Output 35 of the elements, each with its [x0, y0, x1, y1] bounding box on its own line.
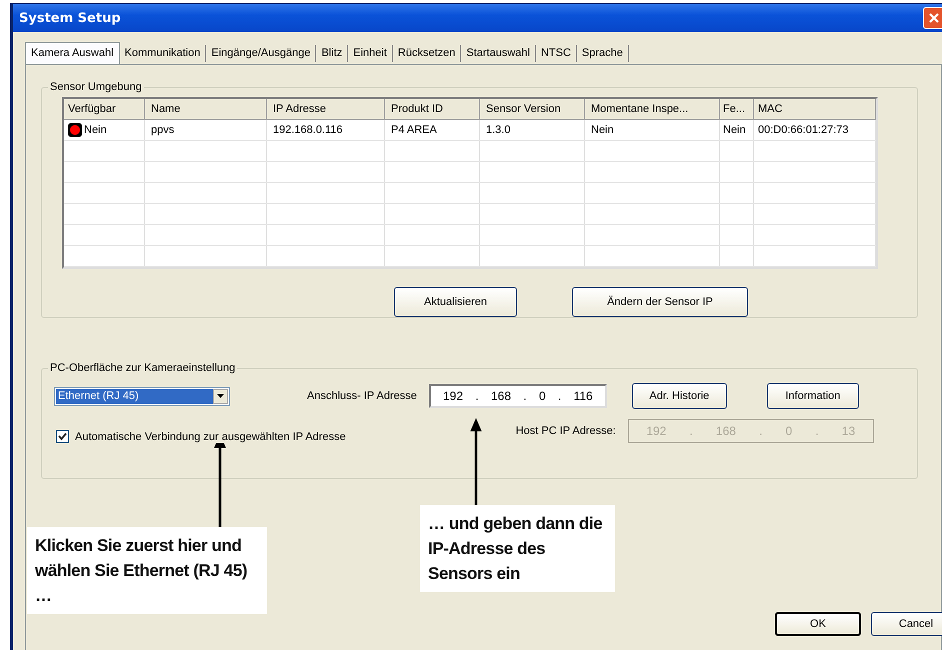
- table-cell: Nein: [591, 124, 614, 136]
- column-header[interactable]: Verfügbar: [64, 99, 145, 119]
- host-ip-label: Host PC IP Adresse:: [516, 424, 616, 436]
- ip-address-field[interactable]: 192 . 168 . 0 . 116: [428, 384, 607, 408]
- table-cell: 00:D0:66:01:27:73: [758, 124, 849, 136]
- dialog-button[interactable]: OK: [775, 612, 861, 636]
- dialog-button[interactable]: Information: [766, 383, 859, 409]
- column-header[interactable]: Fe...: [720, 99, 754, 119]
- column-header[interactable]: Sensor Version: [480, 99, 585, 119]
- column-header[interactable]: Produkt ID: [385, 99, 480, 119]
- window-title: System Setup: [18, 10, 121, 26]
- column-header[interactable]: Name: [145, 99, 267, 119]
- column-header[interactable]: IP Adresse: [267, 99, 385, 119]
- group-title: PC-Oberfläche zur Kameraeinstellung: [49, 362, 236, 374]
- close-button[interactable]: [923, 7, 942, 29]
- interface-dropdown[interactable]: Ethernet (RJ 45): [54, 386, 230, 406]
- table-cell: 1.3.0: [486, 124, 510, 136]
- dialog-button[interactable]: Adr. Historie: [632, 383, 727, 409]
- table-cell: Nein: [84, 124, 107, 136]
- table-cell: ppvs: [151, 124, 174, 136]
- dialog-button[interactable]: Ändern der Sensor IP: [572, 287, 748, 317]
- dialog-button[interactable]: Cancel: [871, 612, 942, 636]
- group-title: Sensor Umgebung: [49, 81, 143, 93]
- ip-label: Anschluss- IP Adresse: [307, 390, 417, 402]
- callout-text: … und geben dann die IP-Adresse des Sensors ein: [420, 505, 615, 592]
- close-icon: [927, 11, 941, 25]
- tab[interactable]: Kamera Auswahl: [25, 42, 120, 64]
- table-cell: P4 AREA: [391, 124, 437, 136]
- table-cell: Nein: [723, 124, 746, 136]
- column-header[interactable]: Momentane Inspe...: [585, 99, 720, 119]
- callout-text: Klicken Sie zuerst hier und wählen Sie Ethernet (RJ 45) …: [27, 527, 267, 614]
- column-header[interactable]: MAC: [754, 99, 876, 119]
- check-icon: [58, 432, 67, 441]
- table-cell: 192.168.0.116: [273, 124, 343, 136]
- dialog-button[interactable]: Aktualisieren: [394, 287, 517, 317]
